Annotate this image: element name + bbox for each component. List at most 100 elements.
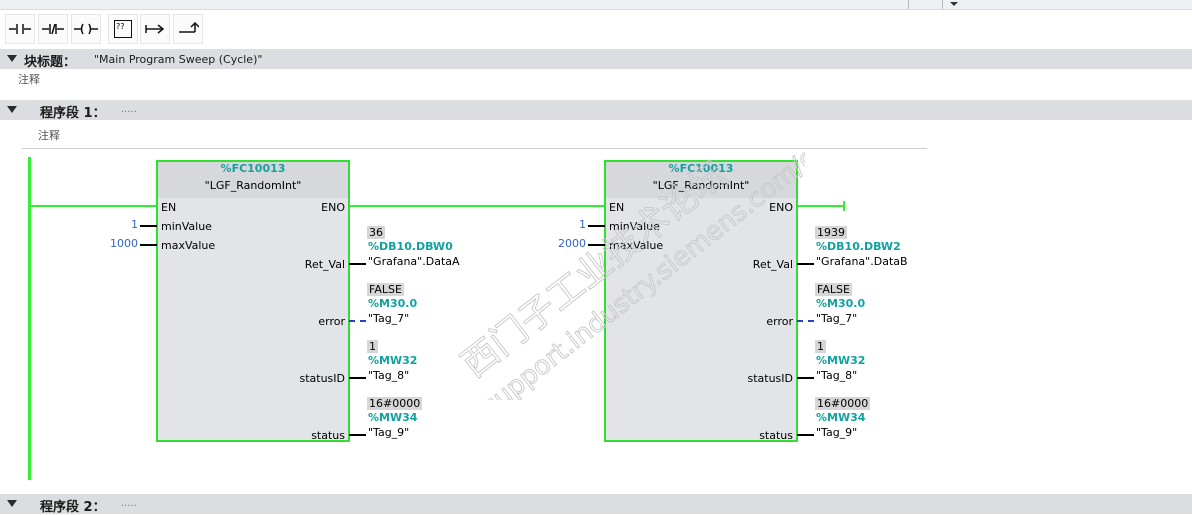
- splitter-handle[interactable]: [908, 0, 930, 9]
- output-stub: [797, 377, 814, 379]
- monitor-value: 1: [815, 340, 826, 353]
- operand-symbol[interactable]: "Grafana".DataA: [368, 255, 460, 268]
- output-stub-dashed: [349, 320, 366, 322]
- pin-error: error: [318, 315, 345, 328]
- operand-address[interactable]: %MW34: [816, 411, 865, 424]
- block-name: "LGF_RandomInt": [652, 179, 750, 192]
- operand-address[interactable]: %MW32: [816, 354, 865, 367]
- monitor-value: 1939: [815, 226, 847, 239]
- max-value-constant[interactable]: 1000: [100, 237, 138, 250]
- open-branch-icon: [144, 22, 166, 36]
- pin-max-value: maxValue: [609, 239, 664, 252]
- function-block-2[interactable]: %FC10013 "LGF_RandomInt" EN minValue max…: [604, 160, 798, 442]
- output-stub: [349, 263, 366, 265]
- pin-status-id: statusID: [299, 372, 345, 385]
- function-block-1[interactable]: %FC10013 "LGF_RandomInt" EN minValue max…: [156, 160, 350, 442]
- operand-address[interactable]: %DB10.DBW2: [816, 240, 901, 253]
- operand-symbol[interactable]: "Tag_9": [368, 426, 409, 439]
- pin-status-id: statusID: [747, 372, 793, 385]
- pin-en: EN: [161, 201, 177, 214]
- operand-symbol[interactable]: "Tag_7": [368, 312, 409, 325]
- empty-box-icon: ??: [114, 20, 132, 38]
- en-wire-1: [31, 205, 158, 207]
- pin-eno: ENO: [321, 201, 345, 214]
- pin-min-value: minValue: [609, 220, 660, 233]
- normally-open-contact-icon: [8, 22, 32, 36]
- coil-button[interactable]: [71, 14, 101, 44]
- max-value-constant[interactable]: 2000: [548, 237, 586, 250]
- no-contact-button[interactable]: [5, 14, 35, 44]
- operand-address[interactable]: %MW34: [368, 411, 417, 424]
- network1-comment-area: 注释: [22, 127, 927, 149]
- input-stub: [140, 225, 157, 227]
- output-stub: [797, 434, 814, 436]
- pin-ret-val: Ret_Val: [752, 258, 793, 271]
- monitor-value: FALSE: [367, 283, 404, 296]
- pin-status: status: [759, 429, 793, 442]
- program-editor: { "toolbar": { "buttons": [ {"name": "no…: [0, 0, 1192, 515]
- output-stub-dashed: [797, 320, 814, 322]
- operand-symbol[interactable]: "Grafana".DataB: [816, 255, 908, 268]
- block-comment[interactable]: 注释: [18, 71, 40, 87]
- nc-contact-button[interactable]: [38, 14, 68, 44]
- operand-address[interactable]: %DB10.DBW0: [368, 240, 453, 253]
- block-title-value[interactable]: "Main Program Sweep (Cycle)": [94, 53, 262, 66]
- network1-title[interactable]: .....: [121, 104, 137, 115]
- min-value-constant[interactable]: 1: [100, 218, 138, 231]
- monitor-value: 36: [367, 226, 385, 239]
- normally-closed-contact-icon: [41, 22, 65, 36]
- coil-icon: [73, 22, 99, 36]
- network2-title[interactable]: .....: [121, 498, 137, 509]
- output-stub: [349, 434, 366, 436]
- input-stub: [588, 225, 605, 227]
- pin-max-value: maxValue: [161, 239, 216, 252]
- operand-symbol[interactable]: "Tag_8": [368, 369, 409, 382]
- collapse-handle[interactable]: [942, 0, 964, 9]
- open-branch-button[interactable]: [140, 14, 170, 44]
- network2-bar[interactable]: 程序段 2： .....: [0, 494, 1192, 515]
- empty-box-button[interactable]: ??: [108, 14, 138, 44]
- operand-address[interactable]: %M30.0: [816, 297, 865, 310]
- min-value-constant[interactable]: 1: [548, 218, 586, 231]
- pin-ret-val: Ret_Val: [304, 258, 345, 271]
- collapse-arrow-icon[interactable]: [7, 55, 17, 62]
- close-branch-button[interactable]: [173, 14, 203, 44]
- monitor-value: 1: [367, 340, 378, 353]
- eno-en-wire: [348, 205, 606, 207]
- network1-label: 程序段 1：: [40, 106, 106, 121]
- operand-address[interactable]: %MW32: [368, 354, 417, 367]
- pin-status: status: [311, 429, 345, 442]
- pin-en: EN: [609, 201, 625, 214]
- operand-address[interactable]: %M30.0: [368, 297, 417, 310]
- empty-box-label: ??: [116, 22, 125, 31]
- block-title-bar[interactable]: 块标题： "Main Program Sweep (Cycle)": [0, 49, 1192, 70]
- input-stub: [588, 244, 605, 246]
- block-title-label: 块标题：: [24, 55, 77, 70]
- operand-symbol[interactable]: "Tag_9": [816, 426, 857, 439]
- lad-toolbar: ??: [0, 10, 1192, 48]
- wire-end-cap: [843, 201, 845, 211]
- collapse-arrow-icon[interactable]: [7, 500, 17, 507]
- block-number: %FC10013: [668, 162, 734, 175]
- output-stub: [797, 263, 814, 265]
- operand-symbol[interactable]: "Tag_7": [816, 312, 857, 325]
- pin-error: error: [766, 315, 793, 328]
- monitor-value: 16#0000: [815, 397, 871, 410]
- network1-comment[interactable]: 注释: [38, 127, 60, 143]
- function-block-header: %FC10013 "LGF_RandomInt": [158, 162, 348, 198]
- pin-eno: ENO: [769, 201, 793, 214]
- pin-min-value: minValue: [161, 220, 212, 233]
- network1-bar[interactable]: 程序段 1： .....: [0, 100, 1192, 121]
- operand-symbol[interactable]: "Tag_8": [816, 369, 857, 382]
- monitor-value: FALSE: [815, 283, 852, 296]
- eno-wire-2: [796, 205, 844, 207]
- close-branch-icon: [177, 21, 199, 37]
- function-block-header: %FC10013 "LGF_RandomInt": [606, 162, 796, 198]
- block-number: %FC10013: [220, 162, 286, 175]
- monitor-value: 16#0000: [367, 397, 423, 410]
- block-name: "LGF_RandomInt": [204, 179, 302, 192]
- output-stub: [349, 377, 366, 379]
- top-strip: [0, 0, 1192, 10]
- input-stub: [140, 244, 157, 246]
- collapse-arrow-icon[interactable]: [7, 106, 17, 113]
